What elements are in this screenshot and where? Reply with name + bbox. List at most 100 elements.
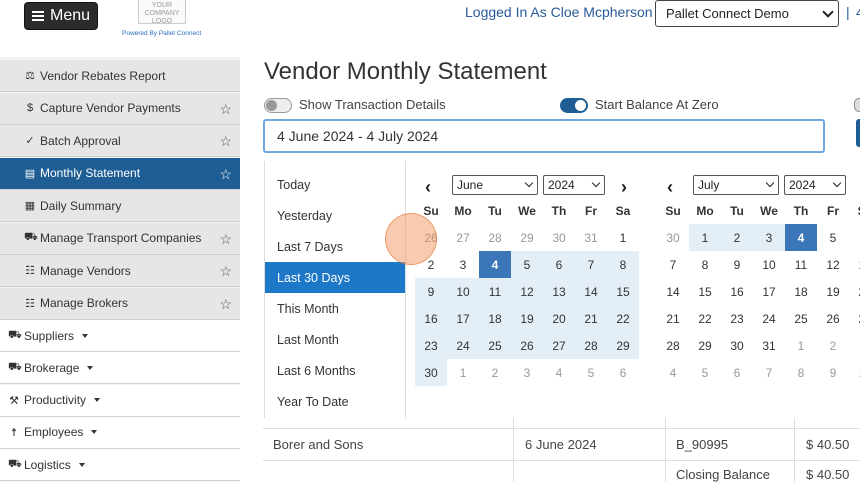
left-year-select[interactable]: 2024 xyxy=(543,175,605,195)
right-prev-month-button[interactable]: ‹ xyxy=(667,177,673,198)
calendar-day[interactable]: 6 xyxy=(607,359,639,386)
calendar-day[interactable]: 6 xyxy=(721,359,753,386)
next-month-button[interactable]: › xyxy=(621,177,627,198)
menu-button[interactable]: Menu xyxy=(24,2,98,30)
calendar-day[interactable]: 15 xyxy=(607,278,639,305)
calendar-day[interactable]: 15 xyxy=(689,278,721,305)
range-option-year-to-date[interactable]: Year To Date xyxy=(265,386,405,417)
calendar-day[interactable]: 23 xyxy=(415,332,447,359)
extra-toggle[interactable] xyxy=(854,98,860,112)
star-icon[interactable]: ☆ xyxy=(219,296,232,313)
left-month-select[interactable]: June xyxy=(452,175,538,195)
calendar-day[interactable]: 28 xyxy=(575,332,607,359)
calendar-day[interactable]: 30 xyxy=(657,224,689,251)
calendar-day[interactable]: 30 xyxy=(543,224,575,251)
calendar-day[interactable]: 3 xyxy=(849,332,860,359)
range-option-this-month[interactable]: This Month xyxy=(265,293,405,324)
calendar-day[interactable]: 21 xyxy=(657,305,689,332)
sidebar-item-vendor-rebates-report[interactable]: ⚖ Vendor Rebates Report xyxy=(0,60,240,92)
calendar-day[interactable]: 24 xyxy=(753,305,785,332)
calendar-day[interactable]: 9 xyxy=(817,359,849,386)
right-year-select[interactable]: 2024 xyxy=(784,175,846,195)
calendar-day[interactable]: 12 xyxy=(817,251,849,278)
calendar-day[interactable]: 5 xyxy=(511,251,543,278)
sidebar-item-daily-summary[interactable]: ▦ Daily Summary xyxy=(0,190,240,222)
sidebar-item-manage-brokers[interactable]: ☷ Manage Brokers ☆ xyxy=(0,287,240,320)
calendar-day[interactable]: 2 xyxy=(817,332,849,359)
calendar-day[interactable]: 8 xyxy=(785,359,817,386)
range-option-last-6-months[interactable]: Last 6 Months xyxy=(265,355,405,386)
sidebar-menu-brokerage[interactable]: ⛟ Brokerage xyxy=(0,352,240,385)
sidebar-item-capture-vendor-payments[interactable]: $ Capture Vendor Payments ☆ xyxy=(0,92,240,125)
calendar-day[interactable]: 21 xyxy=(575,305,607,332)
star-icon[interactable]: ☆ xyxy=(219,231,232,248)
submit-button[interactable] xyxy=(856,119,860,147)
calendar-day[interactable]: 18 xyxy=(785,278,817,305)
calendar-day[interactable]: 2 xyxy=(721,224,753,251)
calendar-day[interactable]: 11 xyxy=(479,278,511,305)
calendar-day[interactable]: 28 xyxy=(479,224,511,251)
calendar-day[interactable]: 5 xyxy=(575,359,607,386)
calendar-day[interactable]: 2 xyxy=(479,359,511,386)
calendar-day[interactable]: 14 xyxy=(657,278,689,305)
sidebar-menu-employees[interactable]: ☨ Employees xyxy=(0,416,240,449)
calendar-day[interactable]: 16 xyxy=(721,278,753,305)
calendar-day[interactable]: 5 xyxy=(689,359,721,386)
calendar-day[interactable]: 10 xyxy=(447,278,479,305)
range-option-last-7-days[interactable]: Last 7 Days xyxy=(265,231,405,262)
calendar-day[interactable]: 22 xyxy=(689,305,721,332)
calendar-day[interactable]: 10 xyxy=(849,359,860,386)
calendar-day[interactable]: 30 xyxy=(721,332,753,359)
calendar-day[interactable]: 4 xyxy=(785,224,817,251)
calendar-day[interactable]: 12 xyxy=(511,278,543,305)
calendar-day[interactable]: 29 xyxy=(607,332,639,359)
calendar-day[interactable]: 25 xyxy=(785,305,817,332)
calendar-day[interactable]: 29 xyxy=(511,224,543,251)
calendar-day[interactable]: 22 xyxy=(607,305,639,332)
calendar-day[interactable]: 28 xyxy=(657,332,689,359)
calendar-day[interactable]: 13 xyxy=(543,278,575,305)
calendar-day[interactable]: 1 xyxy=(447,359,479,386)
sidebar-menu-logistics[interactable]: ⛟ Logistics xyxy=(0,449,240,482)
sidebar-item-batch-approval[interactable]: ✓ Batch Approval ☆ xyxy=(0,125,240,157)
star-icon[interactable]: ☆ xyxy=(219,263,232,280)
calendar-day[interactable]: 31 xyxy=(753,332,785,359)
sidebar-menu-suppliers[interactable]: ⛟ Suppliers xyxy=(0,320,240,352)
calendar-day[interactable]: 26 xyxy=(817,305,849,332)
calendar-day[interactable]: 17 xyxy=(447,305,479,332)
sidebar-item-monthly-statement[interactable]: ▤ Monthly Statement ☆ xyxy=(0,157,240,190)
header-trailing-link[interactable]: 4 xyxy=(856,4,860,20)
calendar-day[interactable]: 31 xyxy=(575,224,607,251)
calendar-day[interactable]: 4 xyxy=(543,359,575,386)
star-icon[interactable]: ☆ xyxy=(219,133,232,150)
range-option-last-30-days[interactable]: Last 30 Days xyxy=(265,262,405,293)
calendar-day[interactable]: 9 xyxy=(721,251,753,278)
date-range-input[interactable]: 4 June 2024 - 4 July 2024 xyxy=(263,119,825,153)
calendar-day[interactable]: 1 xyxy=(785,332,817,359)
calendar-day[interactable]: 18 xyxy=(479,305,511,332)
calendar-day[interactable]: 3 xyxy=(753,224,785,251)
star-icon[interactable]: ☆ xyxy=(219,101,232,118)
calendar-day[interactable]: 20 xyxy=(543,305,575,332)
calendar-day[interactable]: 7 xyxy=(575,251,607,278)
calendar-day[interactable]: 23 xyxy=(721,305,753,332)
calendar-day[interactable]: 7 xyxy=(753,359,785,386)
calendar-day[interactable]: 1 xyxy=(689,224,721,251)
calendar-day[interactable]: 3 xyxy=(511,359,543,386)
calendar-day[interactable]: 6 xyxy=(849,224,860,251)
calendar-day[interactable]: 13 xyxy=(849,251,860,278)
calendar-day[interactable]: 16 xyxy=(415,305,447,332)
calendar-day[interactable]: 20 xyxy=(849,278,860,305)
calendar-day[interactable]: 1 xyxy=(607,224,639,251)
calendar-day[interactable]: 25 xyxy=(479,332,511,359)
company-select[interactable]: Pallet Connect Demo xyxy=(655,0,839,27)
calendar-day[interactable]: 9 xyxy=(415,278,447,305)
calendar-day[interactable]: 19 xyxy=(511,305,543,332)
start-balance-zero-toggle[interactable] xyxy=(560,98,588,113)
calendar-day[interactable]: 14 xyxy=(575,278,607,305)
right-month-select[interactable]: July xyxy=(693,175,779,195)
range-option-yesterday[interactable]: Yesterday xyxy=(265,200,405,231)
range-option-last-month[interactable]: Last Month xyxy=(265,324,405,355)
calendar-day[interactable]: 10 xyxy=(753,251,785,278)
calendar-day[interactable]: 29 xyxy=(689,332,721,359)
